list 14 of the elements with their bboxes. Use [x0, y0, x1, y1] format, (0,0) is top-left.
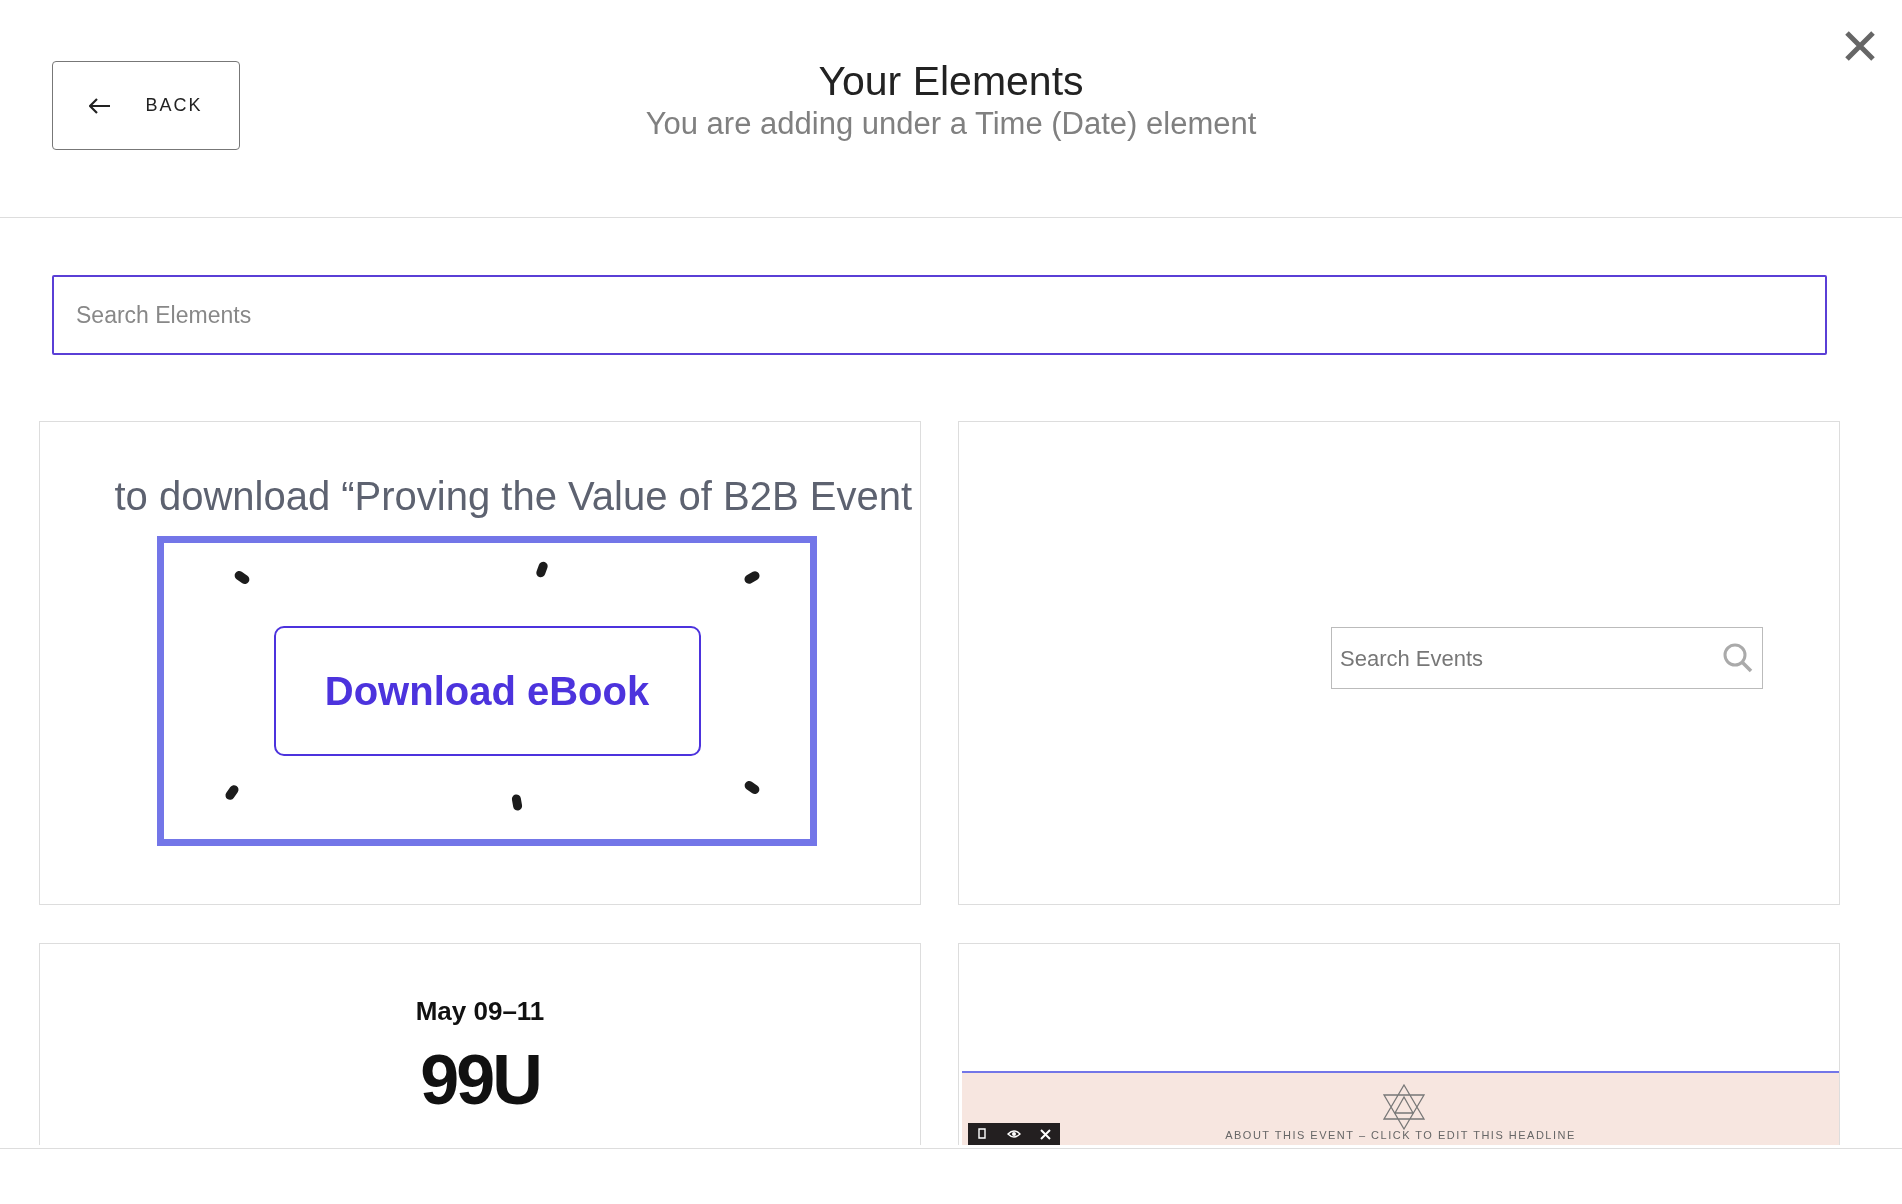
element-preview-card[interactable]: May 09–11 99U	[39, 943, 921, 1145]
event-date: May 09–11	[414, 995, 546, 1028]
search-field[interactable]: Search Elements	[52, 275, 1827, 355]
download-button[interactable]: Download eBook	[273, 626, 701, 756]
dialog-subtitle: You are adding under a Time (Date) element	[645, 105, 1257, 143]
preview-headline: to download “Proving the Value of B2B Event	[113, 473, 913, 520]
preview-headline: ABOUT THIS EVENT – CLICK TO EDIT THIS HEADLINE	[1225, 1127, 1576, 1143]
event-search-field[interactable]: Search Events	[1331, 627, 1763, 689]
element-preview-card[interactable]: ABOUT THIS EVENT – CLICK TO EDIT THIS HEADLINE	[958, 943, 1840, 1145]
element-preview-card[interactable]: Search Events	[958, 421, 1840, 905]
element-preview-card[interactable]: to download “Proving the Value of B2B Event Download eBook	[39, 421, 921, 905]
logo-text: 99U	[420, 1045, 540, 1115]
back-button[interactable]: BACK	[52, 61, 240, 150]
dialog-title: Your Elements	[818, 58, 1084, 106]
